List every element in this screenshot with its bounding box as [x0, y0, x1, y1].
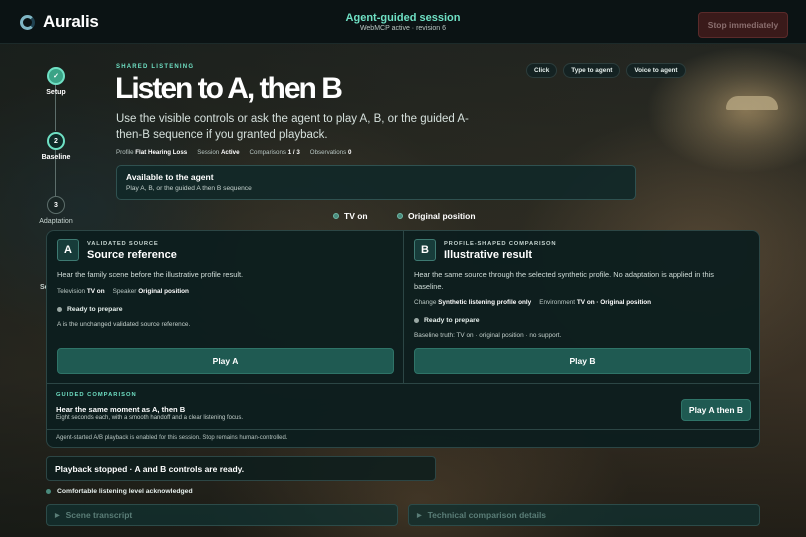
session-subtitle: WebMCP active · revision 6 — [359, 25, 447, 32]
session-meta: Profile Flat Hearing Loss Session Active… — [116, 149, 351, 156]
result-column: B PROFILE-SHAPED COMPARISON Illustrative… — [404, 231, 759, 383]
agent-availability-card: Available to the agent Play A, B, or the… — [116, 165, 636, 200]
result-ready-status: Ready to prepare — [414, 317, 480, 324]
meta-profile-label: Profile — [116, 149, 134, 156]
source-ready-status: Ready to prepare — [57, 306, 123, 313]
ack-label: Comfortable listening level acknowledged — [57, 488, 193, 495]
disclosure-triangle-icon: ▶ — [417, 512, 422, 519]
interaction-mode-pills: Click Type to agent Voice to agent — [526, 63, 686, 78]
step-baseline-label: Baseline — [41, 154, 71, 161]
technical-details-label: Technical comparison details — [427, 510, 547, 520]
meta-profile-value: Flat Hearing Loss — [135, 149, 188, 156]
stop-immediately-button[interactable]: Stop immediately — [698, 12, 788, 38]
source-description: Hear the family scene before the illustr… — [57, 270, 244, 279]
result-settings: Change Synthetic listening profile only … — [414, 299, 651, 306]
tv-status-label: TV on — [344, 211, 368, 221]
position-status-dot-icon — [397, 213, 403, 219]
source-eyebrow: VALIDATED SOURCE — [87, 241, 159, 247]
step-adaptation-marker[interactable]: 3 — [47, 196, 65, 214]
meta-session-label: Session — [197, 149, 220, 156]
guided-comparison: GUIDED COMPARISON Hear the same moment a… — [47, 383, 759, 429]
step-setup-done-icon[interactable]: ✓ — [47, 67, 65, 85]
result-eyebrow: PROFILE-SHAPED COMPARISON — [444, 241, 557, 247]
meta-comparisons-label: Comparisons — [249, 149, 286, 156]
source-column: A VALIDATED SOURCE Source reference Hear… — [47, 231, 404, 383]
result-change-value: Synthetic listening profile only — [438, 299, 532, 306]
source-settings: Television TV on Speaker Original positi… — [57, 288, 189, 295]
mode-type-to-agent-pill[interactable]: Type to agent — [563, 63, 621, 78]
ack-dot-icon — [46, 489, 51, 494]
source-television-label: Television — [57, 288, 86, 295]
top-bar: Auralis Agent-guided session WebMCP acti… — [0, 0, 806, 44]
play-a-then-b-button[interactable]: Play A then B — [681, 399, 751, 421]
listening-level-ack: Comfortable listening level acknowledged — [46, 488, 193, 495]
page-title: Listen to A, then B — [115, 72, 343, 105]
meta-observations-label: Observations — [309, 149, 347, 156]
source-speaker: Speaker Original position — [113, 288, 189, 295]
source-speaker-label: Speaker — [112, 288, 137, 295]
step-baseline-marker[interactable]: 2 — [47, 132, 65, 150]
position-status-label: Original position — [408, 211, 476, 221]
source-television: Television TV on — [57, 288, 105, 295]
source-ready-label: Ready to prepare — [67, 306, 123, 313]
result-change: Change Synthetic listening profile only — [414, 299, 531, 306]
playback-status-banner: Playback stopped · A and B controls are … — [46, 456, 436, 481]
comparison-footer-note: Agent-started A/B playback is enabled fo… — [47, 429, 759, 447]
source-note: A is the unchanged validated source refe… — [57, 321, 191, 328]
result-description: Hear the same source through the selecte… — [414, 270, 714, 291]
guided-title: Hear the same moment as A, then B — [56, 405, 186, 414]
ready-dot-icon — [414, 318, 419, 323]
hero-lead: Use the visible controls or ask the agen… — [116, 113, 469, 141]
mode-voice-to-agent-pill[interactable]: Voice to agent — [626, 63, 686, 78]
result-b-badge: B — [414, 239, 436, 261]
result-environment-label: Environment — [539, 299, 576, 306]
result-title: Illustrative result — [444, 249, 533, 261]
agent-availability-subtitle: Play A, B, or the guided A then B sequen… — [126, 185, 252, 192]
play-a-button[interactable]: Play A — [57, 348, 394, 374]
meta-observations-value: 0 — [347, 149, 352, 156]
meta-profile: Profile Flat Hearing Loss — [116, 149, 187, 156]
step-adaptation-label: Adaptation — [39, 218, 73, 225]
result-ready-label: Ready to prepare — [424, 317, 480, 324]
meta-comparisons: Comparisons 1 / 3 — [250, 149, 300, 156]
hero-eyebrow: SHARED LISTENING — [116, 64, 195, 70]
result-note: Baseline truth: TV on · original positio… — [414, 332, 562, 339]
disclosure-triangle-icon: ▶ — [55, 512, 60, 519]
meta-session-value: Active — [220, 149, 240, 156]
session-title: Agent-guided session — [345, 12, 461, 24]
result-environment-value: TV on · Original position — [576, 299, 652, 306]
play-b-button[interactable]: Play B — [414, 348, 751, 374]
source-speaker-value: Original position — [138, 288, 189, 295]
agent-availability-title: Available to the agent — [126, 172, 214, 182]
guided-eyebrow: GUIDED COMPARISON — [56, 392, 137, 398]
meta-session: Session Active — [197, 149, 239, 156]
scene-transcript-label: Scene transcript — [65, 510, 133, 520]
result-environment: Environment TV on · Original position — [539, 299, 651, 306]
meta-comparisons-value: 1 / 3 — [287, 149, 300, 156]
mode-click-pill[interactable]: Click — [526, 63, 558, 78]
step-setup-label: Setup — [46, 89, 66, 96]
scene-transcript-toggle[interactable]: ▶ Scene transcript — [46, 504, 398, 526]
guided-subtitle: Eight seconds each, with a smooth handof… — [56, 415, 244, 421]
source-television-value: TV on — [86, 288, 105, 295]
source-title: Source reference — [87, 249, 177, 261]
source-a-badge: A — [57, 239, 79, 261]
tv-status: TV on — [333, 211, 368, 221]
technical-details-toggle[interactable]: ▶ Technical comparison details — [408, 504, 760, 526]
result-change-label: Change — [414, 299, 437, 306]
ready-dot-icon — [57, 307, 62, 312]
tv-status-dot-icon — [333, 213, 339, 219]
comparison-panel: A VALIDATED SOURCE Source reference Hear… — [46, 230, 760, 448]
position-status: Original position — [397, 211, 476, 221]
meta-observations: Observations 0 — [310, 149, 352, 156]
